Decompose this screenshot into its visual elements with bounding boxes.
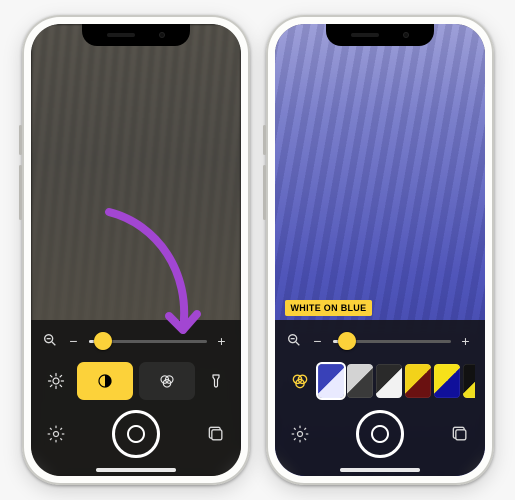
multi-capture-button[interactable] bbox=[203, 421, 229, 447]
notch bbox=[326, 24, 434, 46]
flashlight-button[interactable] bbox=[201, 362, 231, 400]
plus-icon[interactable]: + bbox=[213, 333, 231, 349]
shutter-button[interactable] bbox=[356, 410, 404, 458]
controls-panel: − + bbox=[31, 320, 241, 476]
filters-button[interactable] bbox=[139, 362, 195, 400]
filter-swatch[interactable] bbox=[434, 364, 460, 398]
contrast-button[interactable] bbox=[77, 362, 133, 400]
filter-name-badge: WHITE ON BLUE bbox=[285, 300, 373, 316]
notch bbox=[82, 24, 190, 46]
shutter-row bbox=[41, 408, 231, 460]
home-indicator[interactable] bbox=[96, 468, 176, 472]
shutter-row bbox=[285, 408, 475, 460]
controls-panel: − + bbox=[275, 320, 485, 476]
filter-swatch-row bbox=[285, 362, 475, 400]
minus-icon[interactable]: − bbox=[65, 333, 83, 349]
filter-swatch[interactable] bbox=[347, 364, 373, 398]
filter-swatch[interactable] bbox=[405, 364, 431, 398]
plus-icon[interactable]: + bbox=[457, 333, 475, 349]
zoom-thumb[interactable] bbox=[94, 332, 112, 350]
phone-left: − + bbox=[22, 15, 250, 485]
mode-row bbox=[41, 362, 231, 400]
zoom-slider[interactable] bbox=[333, 340, 451, 343]
settings-button[interactable] bbox=[43, 421, 69, 447]
home-indicator[interactable] bbox=[340, 468, 420, 472]
brightness-button[interactable] bbox=[41, 362, 71, 400]
filter-swatch[interactable] bbox=[463, 364, 475, 398]
settings-button[interactable] bbox=[287, 421, 313, 447]
filter-swatch[interactable] bbox=[376, 364, 402, 398]
zoom-thumb[interactable] bbox=[338, 332, 356, 350]
filter-swatch[interactable] bbox=[318, 364, 344, 398]
filters-button[interactable] bbox=[285, 362, 315, 400]
zoom-slider-row: − + bbox=[41, 328, 231, 354]
multi-capture-button[interactable] bbox=[447, 421, 473, 447]
minus-icon[interactable]: − bbox=[309, 333, 327, 349]
zoom-slider-row: − + bbox=[285, 328, 475, 354]
shutter-button[interactable] bbox=[112, 410, 160, 458]
phone-right: WHITE ON BLUE − + bbox=[266, 15, 494, 485]
screen: − + bbox=[31, 24, 241, 476]
zoom-out-icon[interactable] bbox=[41, 332, 59, 351]
zoom-out-icon[interactable] bbox=[285, 332, 303, 351]
zoom-slider[interactable] bbox=[89, 340, 207, 343]
screen: WHITE ON BLUE − + bbox=[275, 24, 485, 476]
